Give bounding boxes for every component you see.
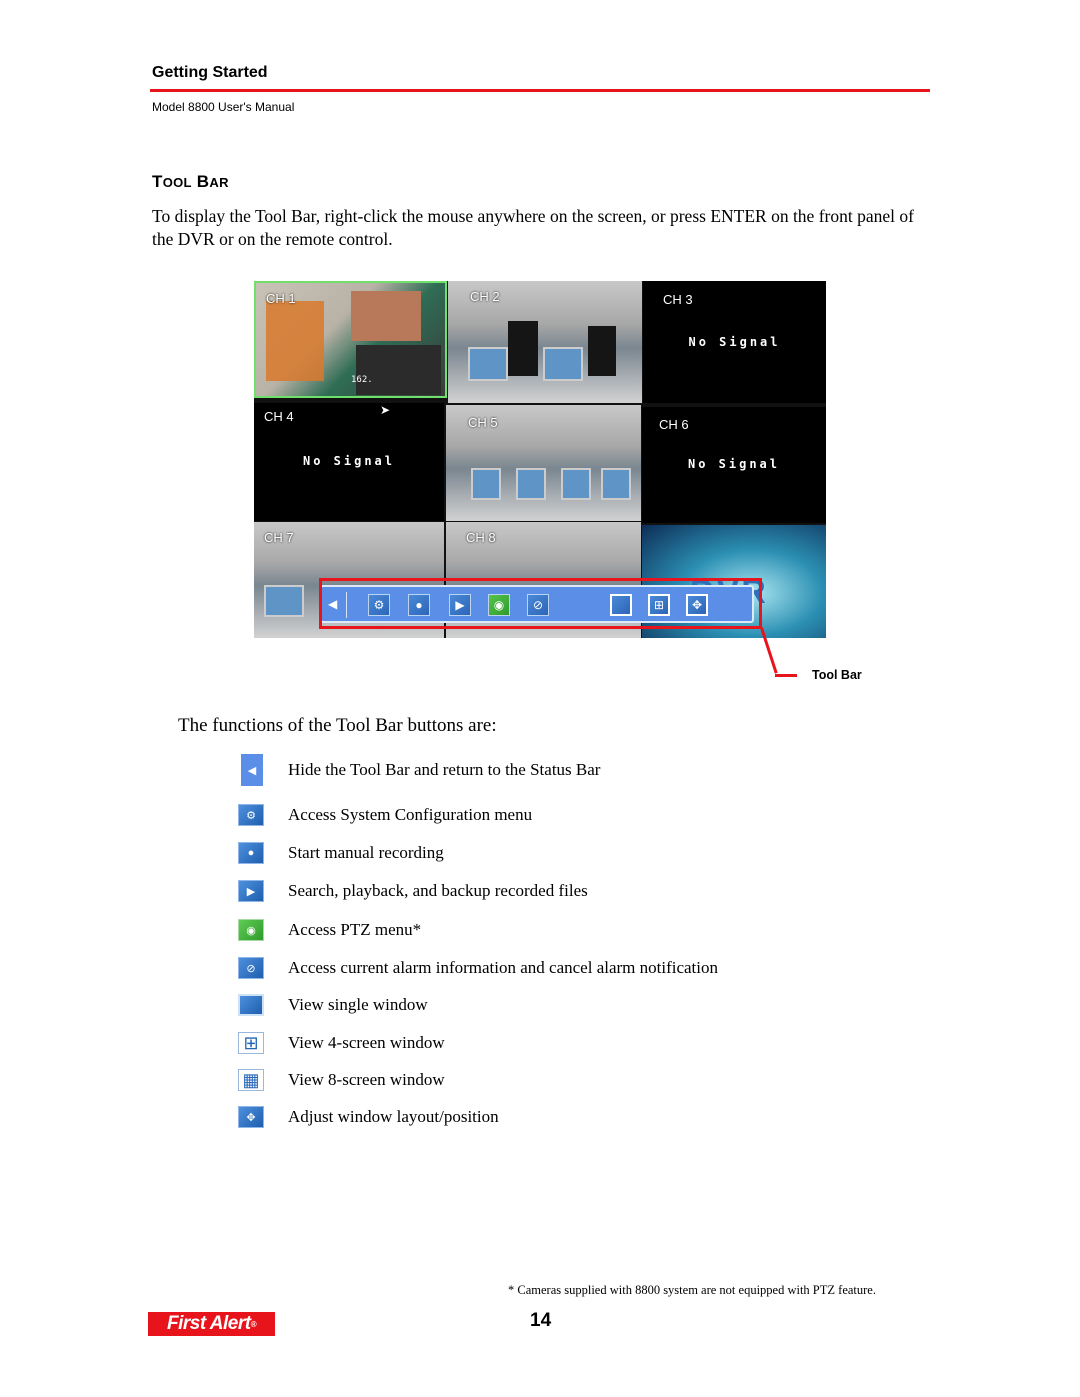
eight-screen-icon: ▦: [238, 1069, 264, 1091]
function-row: ⊞ View 4-screen window: [238, 1030, 445, 1056]
manual-title: Model 8800 User's Manual: [152, 100, 295, 114]
back-arrow-icon: ◀: [241, 754, 263, 786]
gear-icon: ⚙: [238, 804, 264, 826]
channel-4-view: CH 4 No Signal ➤: [254, 403, 444, 521]
equipment-shape: [356, 345, 441, 395]
function-row: ● Start manual recording: [238, 840, 444, 866]
footnote: * Cameras supplied with 8800 system are …: [508, 1283, 876, 1297]
callout-leader-line-horizontal: [775, 674, 797, 677]
record-icon: ●: [238, 842, 264, 864]
single-window-icon: [238, 994, 264, 1016]
section-title: TOOL BAR: [152, 172, 229, 191]
header-rule: [150, 89, 930, 92]
box-shape: [351, 291, 421, 341]
channel-2-view: CH 2: [448, 281, 642, 403]
toolbar-callout-label: Tool Bar: [812, 668, 862, 682]
function-row: ▶ Search, playback, and backup recorded …: [238, 878, 588, 904]
channel-1-view: CH 1 162.: [254, 281, 447, 398]
function-row: ◉ Access PTZ menu*: [238, 917, 421, 943]
function-row: ▦ View 8-screen window: [238, 1067, 445, 1093]
chair-shape: [266, 301, 324, 381]
toolbar-callout-box: [319, 578, 762, 629]
channel-3-view: CH 3 No Signal: [643, 281, 826, 403]
alarm-icon: ⊘: [238, 957, 264, 979]
play-icon: ▶: [238, 880, 264, 902]
function-row: ✥ Adjust window layout/position: [238, 1104, 499, 1130]
function-row: ⚙ Access System Configuration menu: [238, 802, 532, 828]
page-number: 14: [530, 1310, 552, 1331]
section-header: Getting Started: [152, 64, 268, 81]
first-alert-logo: First Alert ®: [148, 1312, 275, 1336]
channel-5-view: CH 5: [446, 405, 641, 521]
ptz-eye-icon: ◉: [238, 919, 264, 941]
channel-6-view: CH 6 No Signal: [642, 407, 826, 523]
function-row: ⊘ Access current alarm information and c…: [238, 955, 718, 981]
intro-paragraph: To display the Tool Bar, right-click the…: [152, 206, 914, 249]
layout-adjust-icon: ✥: [238, 1106, 264, 1128]
mouse-cursor-icon: ➤: [380, 403, 391, 417]
functions-title: The functions of the Tool Bar buttons ar…: [178, 715, 497, 736]
function-row: ◀ Hide the Tool Bar and return to the St…: [238, 754, 600, 786]
four-screen-icon: ⊞: [238, 1032, 264, 1054]
function-row: View single window: [238, 992, 428, 1018]
